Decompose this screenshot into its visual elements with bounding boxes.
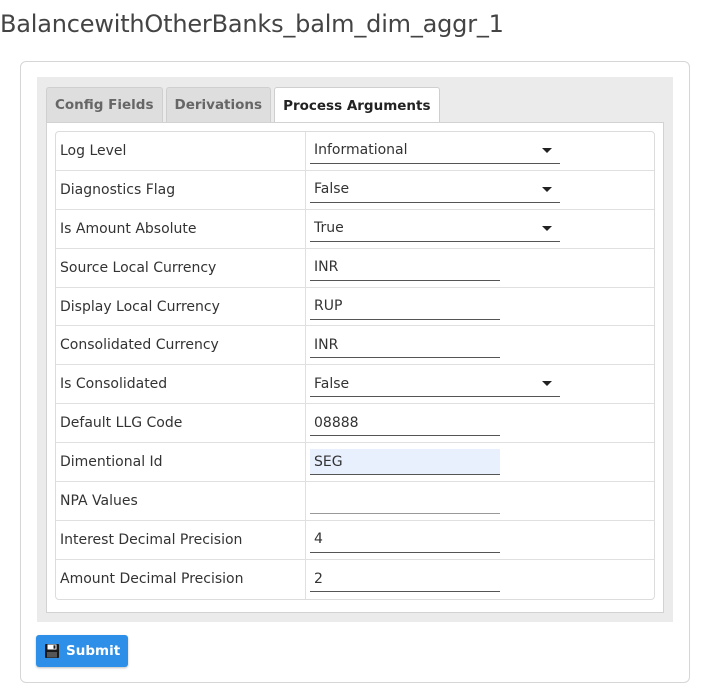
field-label: Amount Decimal Precision [56,559,306,599]
field-label: Interest Decimal Precision [56,520,306,559]
is-consolidated-select[interactable]: False [310,371,560,398]
amount-decimal-precision-input[interactable] [310,566,500,593]
table-row: Interest Decimal Precision [56,520,654,560]
source-local-currency-input[interactable] [310,254,500,281]
default-llg-code-input[interactable] [310,410,500,437]
field-label: NPA Values [56,482,306,520]
npa-values-input[interactable] [310,487,500,514]
table-row: Dimentional Id [56,443,654,483]
tab-derivations[interactable]: Derivations [165,87,272,122]
chevron-down-icon [542,186,552,192]
field-label: Default LLG Code [56,404,306,443]
select-value: False [314,375,350,392]
submit-label: Submit [66,643,121,659]
is-amount-absolute-select[interactable]: True [310,215,560,242]
table-row: Default LLG Code [56,404,654,444]
save-icon [45,644,59,658]
field-value-cell [306,288,654,326]
page-title: BalancewithOtherBanks_balm_dim_aggr_1 [0,10,504,38]
table-row: Diagnostics Flag False [56,170,654,210]
process-arguments-table: Log Level Informational Diagnostics Flag… [55,131,655,600]
submit-button[interactable]: Submit [36,635,129,667]
field-value-cell: Informational [306,132,654,170]
field-value-cell [306,482,654,520]
field-value-cell [306,560,654,599]
select-value: False [314,181,350,198]
tab-content: Log Level Informational Diagnostics Flag… [46,122,664,613]
table-row: Log Level Informational [56,132,654,171]
field-value-cell [306,521,654,559]
field-value-cell: False [306,171,654,209]
field-value-cell: False [306,365,654,403]
chevron-down-icon [542,225,552,231]
field-value-cell [306,443,654,481]
field-label: Diagnostics Flag [56,170,306,209]
field-label: Source Local Currency [56,248,306,287]
chevron-down-icon [542,147,552,153]
tab-strip: Config Fields Derivations Process Argume… [46,87,440,123]
select-value: Informational [314,142,408,159]
table-row: Is Amount Absolute True [56,209,654,249]
table-row: Consolidated Currency [56,326,654,366]
field-label: Display Local Currency [56,287,306,326]
tab-config-fields[interactable]: Config Fields [46,87,163,122]
consolidated-currency-input[interactable] [310,332,500,359]
field-label: Log Level [56,132,306,170]
dimentional-id-input[interactable] [310,449,500,476]
field-value-cell [306,404,654,442]
table-row: Source Local Currency [56,248,654,288]
chevron-down-icon [542,381,552,387]
display-local-currency-input[interactable] [310,293,500,320]
field-label: Dimentional Id [56,443,306,482]
table-row: Is Consolidated False [56,365,654,405]
interest-decimal-precision-input[interactable] [310,526,500,553]
table-row: Amount Decimal Precision [56,559,654,599]
select-value: True [314,220,344,237]
field-value-cell: True [306,210,654,248]
field-label: Consolidated Currency [56,326,306,365]
table-row: NPA Values [56,482,654,521]
process-panel: Config Fields Derivations Process Argume… [20,61,690,683]
tab-process-arguments[interactable]: Process Arguments [274,87,440,123]
log-level-select[interactable]: Informational [310,137,560,164]
tab-container: Config Fields Derivations Process Argume… [37,77,673,622]
field-label: Is Consolidated [56,365,306,404]
diagnostics-flag-select[interactable]: False [310,176,560,203]
field-value-cell [306,326,654,364]
table-row: Display Local Currency [56,287,654,327]
field-label: Is Amount Absolute [56,209,306,248]
field-value-cell [306,249,654,287]
